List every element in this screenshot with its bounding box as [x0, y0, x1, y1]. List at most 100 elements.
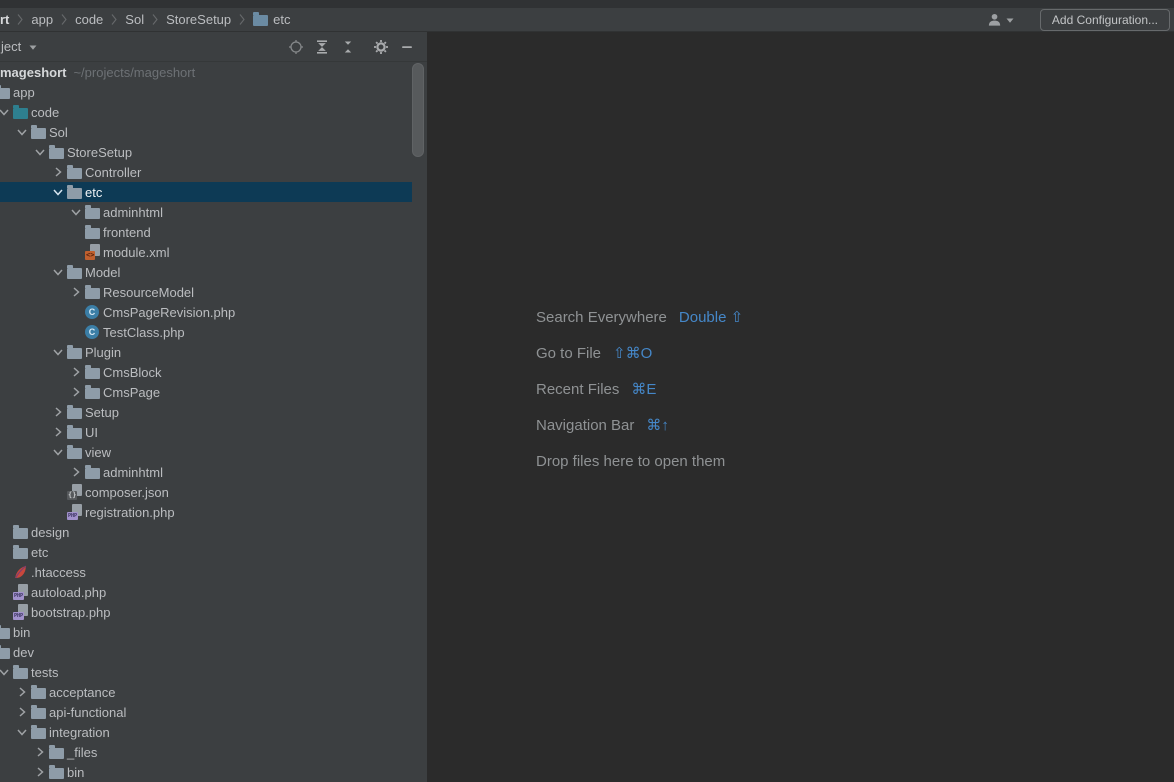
tree-item-label: integration — [49, 725, 110, 740]
tree-item-label: CmsPageRevision.php — [103, 305, 235, 320]
tree-item-cmsblock[interactable]: CmsBlock — [0, 362, 427, 382]
tree-item-model[interactable]: Model — [0, 262, 427, 282]
chevron-collapsed-icon[interactable] — [67, 464, 85, 480]
breadcrumb-item-code[interactable]: code — [75, 12, 103, 27]
tree-item-files[interactable]: _files — [0, 742, 427, 762]
chevron-expanded-icon[interactable] — [0, 104, 13, 120]
add-configuration-button[interactable]: Add Configuration... — [1040, 9, 1170, 31]
tree-item-acceptance[interactable]: acceptance — [0, 682, 427, 702]
chevron-expanded-icon[interactable] — [49, 444, 67, 460]
chevron-collapsed-icon[interactable] — [67, 364, 85, 380]
tree-item-tests[interactable]: tests — [0, 662, 427, 682]
expand-all-icon[interactable] — [314, 39, 330, 55]
chevron-expanded-icon[interactable] — [13, 724, 31, 740]
folder-icon — [67, 448, 82, 459]
tree-item-sol[interactable]: Sol — [0, 122, 427, 142]
tree-item-code[interactable]: code — [0, 102, 427, 122]
locate-icon[interactable] — [288, 39, 304, 55]
folder-icon — [13, 548, 28, 559]
tree-item-app[interactable]: app — [0, 82, 427, 102]
chevron-expanded-icon[interactable] — [49, 184, 67, 200]
tree-item-project-root[interactable]: mageshort ~/projects/mageshort — [0, 62, 427, 82]
user-menu[interactable] — [987, 11, 1014, 29]
project-panel-toolbar — [288, 32, 415, 62]
tree-scrollbar-thumb[interactable] — [412, 63, 424, 157]
breadcrumb-item-app[interactable]: app — [31, 12, 53, 27]
folder-icon — [31, 128, 46, 139]
tree-item-cmspage[interactable]: CmsPage — [0, 382, 427, 402]
tree-item-design[interactable]: design — [0, 522, 427, 542]
chevron-collapsed-icon[interactable] — [31, 764, 49, 780]
chevron-expanded-icon[interactable] — [31, 144, 49, 160]
tree-item-label: code — [31, 105, 59, 120]
tree-item-composer-json[interactable]: {}composer.json — [0, 482, 427, 502]
chevron-expanded-icon[interactable] — [49, 344, 67, 360]
tree-item-bin[interactable]: bin — [0, 622, 427, 642]
chevron-expanded-icon[interactable] — [0, 664, 13, 680]
chevron-placeholder — [67, 224, 85, 240]
tree-item-view[interactable]: view — [0, 442, 427, 462]
shortcut-hints: Search EverywhereDouble ⇧Go to File⇧⌘ORe… — [536, 299, 743, 479]
tree-item-ui[interactable]: UI — [0, 422, 427, 442]
settings-gear-icon[interactable] — [373, 39, 389, 55]
breadcrumb-label: app — [31, 12, 53, 27]
tree-item-label: frontend — [103, 225, 151, 240]
breadcrumb-item-rt[interactable]: rt — [0, 12, 9, 27]
tree-item-frontend[interactable]: frontend — [0, 222, 427, 242]
breadcrumb: rt app code Sol StoreSetup etc — [0, 12, 987, 27]
chevron-expanded-icon[interactable] — [67, 204, 85, 220]
folder-icon — [0, 88, 10, 99]
tree-item-storesetup[interactable]: StoreSetup — [0, 142, 427, 162]
breadcrumb-item-storesetup[interactable]: StoreSetup — [166, 12, 231, 27]
chevron-collapsed-icon[interactable] — [31, 744, 49, 760]
shortcut-keys: ⇧⌘O — [613, 344, 652, 362]
folder-icon — [85, 468, 100, 479]
chevron-collapsed-icon[interactable] — [67, 384, 85, 400]
tree-item-htaccess[interactable]: .htaccess — [0, 562, 427, 582]
ide-window: rtappcodeSolStoreSetupetc Add Configurat… — [0, 0, 1174, 782]
hide-panel-icon[interactable] — [399, 39, 415, 55]
chevron-expanded-icon[interactable] — [13, 124, 31, 140]
tree-item-integration[interactable]: integration — [0, 722, 427, 742]
folder-icon — [67, 188, 82, 199]
chevron-collapsed-icon[interactable] — [49, 404, 67, 420]
tree-item-label: module.xml — [103, 245, 169, 260]
tree-item-api-functional[interactable]: api-functional — [0, 702, 427, 722]
chevron-collapsed-icon[interactable] — [13, 684, 31, 700]
chevron-collapsed-icon[interactable] — [49, 164, 67, 180]
tree-item-testclass-php[interactable]: CTestClass.php — [0, 322, 427, 342]
chevron-collapsed-icon[interactable] — [67, 284, 85, 300]
tree-item-setup[interactable]: Setup — [0, 402, 427, 422]
tree-item-bin[interactable]: bin — [0, 762, 427, 782]
tree-item-registration-php[interactable]: PHPregistration.php — [0, 502, 427, 522]
tree-item-plugin[interactable]: Plugin — [0, 342, 427, 362]
folder-icon — [85, 208, 100, 219]
tree-item-cmspagerevision-php[interactable]: C CmsPageRevision.php — [0, 302, 427, 322]
chevron-collapsed-icon[interactable] — [13, 704, 31, 720]
tree-item-adminhtml[interactable]: adminhtml — [0, 462, 427, 482]
php-class-icon: C — [85, 305, 99, 319]
tree-item-etc[interactable]: etc — [0, 542, 427, 562]
breadcrumb-item-etc[interactable]: etc — [253, 12, 290, 27]
tree-item-controller[interactable]: Controller — [0, 162, 427, 182]
tree-item-adminhtml[interactable]: adminhtml — [0, 202, 427, 222]
tree-item-autoload-php[interactable]: PHPautoload.php — [0, 582, 427, 602]
tree-item-etc[interactable]: etc — [0, 182, 412, 202]
tree-item-resourcemodel[interactable]: ResourceModel — [0, 282, 427, 302]
tree-item-bootstrap-php[interactable]: PHPbootstrap.php — [0, 602, 427, 622]
tree-item-label: design — [31, 525, 69, 540]
collapse-all-icon[interactable] — [340, 39, 356, 55]
chevron-collapsed-icon[interactable] — [49, 424, 67, 440]
tree-item-label: registration.php — [85, 505, 175, 520]
tree-item-dev[interactable]: dev — [0, 642, 427, 662]
folder-icon — [67, 348, 82, 359]
project-panel-title[interactable]: ject — [1, 39, 37, 54]
breadcrumb-item-sol[interactable]: Sol — [125, 12, 144, 27]
chevron-expanded-icon[interactable] — [49, 264, 67, 280]
tree-item-label: ResourceModel — [103, 285, 194, 300]
folder-icon — [13, 528, 28, 539]
tree-item-module-xml[interactable]: <>module.xml — [0, 242, 427, 262]
htaccess-file-icon — [13, 565, 28, 580]
folder-icon — [85, 288, 100, 299]
chevron-placeholder — [0, 584, 13, 600]
